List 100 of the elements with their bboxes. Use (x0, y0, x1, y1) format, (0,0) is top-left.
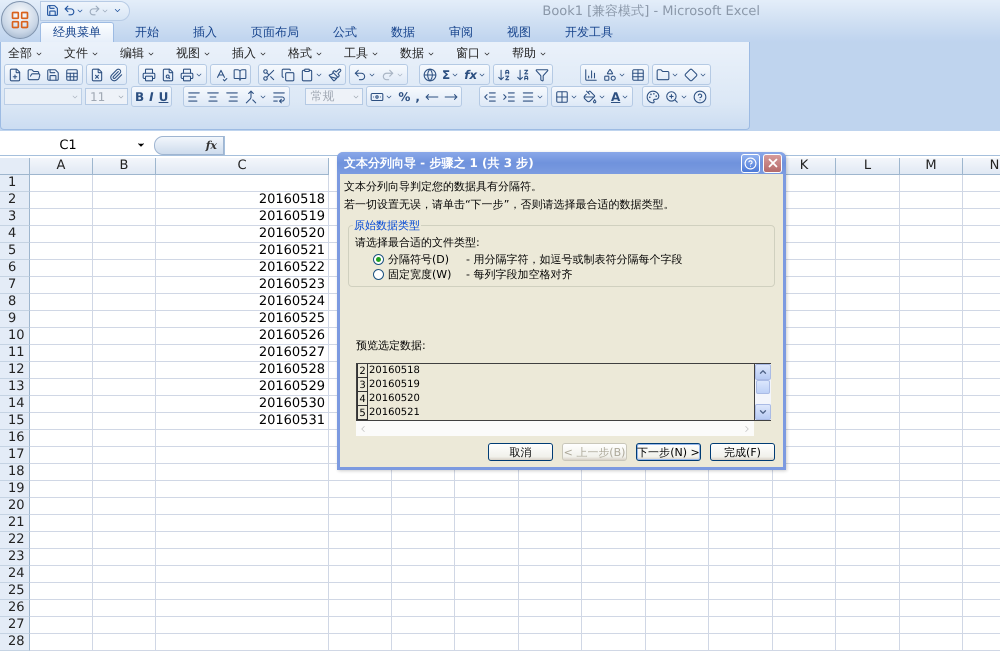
horizontal-scrollbar[interactable] (356, 421, 754, 436)
ribbon-tab[interactable]: 开始 (122, 22, 172, 42)
close-button[interactable] (763, 154, 782, 172)
folder-icon (27, 68, 41, 82)
attach-button[interactable] (107, 66, 125, 84)
menu-item[interactable]: 帮助 (508, 44, 558, 63)
row-header[interactable]: 7 (0, 276, 30, 294)
row-number: 3 (357, 378, 368, 392)
column-header[interactable]: M (900, 158, 963, 175)
radio-button[interactable] (373, 254, 384, 265)
help-button[interactable] (741, 154, 760, 172)
printer-icon (180, 68, 194, 82)
column-header[interactable]: L (836, 158, 900, 175)
save-button[interactable] (45, 2, 60, 19)
comma-button[interactable]: , (413, 88, 422, 106)
column-header[interactable]: N (963, 158, 1000, 175)
font-color-button[interactable]: A (608, 88, 632, 106)
percent-button[interactable]: % (396, 88, 412, 106)
row-header[interactable]: 4 (0, 226, 30, 243)
row-header[interactable]: 25 (0, 582, 30, 600)
menu-item[interactable]: 数据 (396, 44, 446, 63)
ribbon-tab[interactable]: 页面布局 (238, 22, 312, 42)
menu-item[interactable]: 格式 (284, 44, 334, 63)
table-cell (93, 582, 156, 600)
save-icon (46, 4, 59, 18)
ribbon-tab[interactable]: 视图 (494, 22, 544, 42)
dialog-button[interactable]: 完成(F) (710, 443, 775, 461)
ribbon-tab[interactable]: 数据 (378, 22, 428, 42)
column-header[interactable]: A (30, 158, 93, 175)
column-header[interactable]: C (156, 158, 329, 175)
row-header[interactable]: 17 (0, 446, 30, 464)
row-header[interactable]: 21 (0, 514, 30, 532)
ribbon-tab[interactable]: 公式 (320, 22, 370, 42)
copy-button[interactable] (279, 66, 297, 84)
menu-item[interactable]: 全部 (4, 44, 54, 63)
ribbon-tab[interactable]: 经典菜单 (40, 22, 114, 42)
table-cell (93, 208, 156, 226)
format-painter-button[interactable] (326, 66, 344, 84)
menu-item[interactable]: 编辑 (116, 44, 166, 63)
menu-item[interactable]: 工具 (340, 44, 390, 63)
option-label[interactable]: 分隔符号(D) (388, 252, 462, 267)
row-header[interactable]: 22 (0, 532, 30, 549)
menu-item[interactable]: 插入 (228, 44, 278, 63)
hyperlink-button[interactable] (421, 66, 439, 84)
diamond-icon (684, 68, 698, 82)
vertical-scrollbar[interactable] (754, 364, 771, 420)
ribbon-tab[interactable]: 开发工具 (552, 22, 626, 42)
table-cell (836, 310, 900, 328)
row-header[interactable]: 24 (0, 566, 30, 583)
table-cell (455, 498, 519, 515)
row-header[interactable]: 14 (0, 396, 30, 413)
italic-button[interactable]: I (147, 88, 156, 106)
row-header[interactable]: 2 (0, 192, 30, 209)
menu-item[interactable]: 文件 (60, 44, 110, 63)
insert-function-button[interactable]: fx (154, 136, 224, 155)
menu-item[interactable]: 窗口 (452, 44, 502, 63)
table-cell (93, 600, 156, 617)
table-cell (93, 532, 156, 549)
row-header[interactable]: 5 (0, 242, 30, 260)
row-header[interactable]: 26 (0, 600, 30, 617)
row-header[interactable]: 20 (0, 498, 30, 515)
dialog-button[interactable]: 取消 (488, 443, 553, 461)
row-header[interactable]: 23 (0, 548, 30, 566)
row-header[interactable]: 10 (0, 328, 30, 345)
underline-button[interactable]: U (156, 88, 170, 106)
row-header[interactable]: 19 (0, 480, 30, 498)
align-left-icon (187, 90, 202, 104)
name-box[interactable]: C1 (0, 136, 150, 155)
table-cell (30, 566, 93, 583)
help-button[interactable] (691, 88, 710, 106)
table-cell (93, 412, 156, 430)
row-header[interactable]: 1 (0, 174, 30, 192)
table-cell (709, 498, 773, 515)
row-header[interactable]: 13 (0, 378, 30, 396)
function-button[interactable]: fx (462, 66, 488, 84)
row-header[interactable]: 16 (0, 430, 30, 447)
option-label[interactable]: 固定宽度(W) (388, 267, 462, 282)
radio-button[interactable] (373, 269, 384, 280)
row-header[interactable]: 9 (0, 310, 30, 328)
print-button[interactable] (140, 66, 158, 84)
scroll-thumb[interactable] (756, 380, 770, 394)
ribbon-tab[interactable]: 审阅 (436, 22, 486, 42)
bold-button[interactable]: B (133, 88, 146, 106)
row-header[interactable]: 27 (0, 616, 30, 634)
row-header[interactable]: 6 (0, 260, 30, 277)
autosum-button[interactable]: Σ (440, 66, 462, 84)
table-cell (900, 464, 963, 481)
styles-button[interactable] (644, 88, 662, 106)
row-header[interactable]: 11 (0, 344, 30, 362)
row-header[interactable]: 28 (0, 634, 30, 651)
dialog-button[interactable]: 下一步(N) > (636, 443, 701, 461)
instruction-text: 文本分列向导判定您的数据具有分隔符。 (344, 179, 543, 195)
row-header[interactable]: 12 (0, 362, 30, 379)
ribbon-tab[interactable]: 插入 (180, 22, 230, 42)
row-header[interactable]: 8 (0, 294, 30, 311)
menu-item[interactable]: 视图 (172, 44, 222, 63)
row-header[interactable]: 18 (0, 464, 30, 481)
row-header[interactable]: 3 (0, 208, 30, 226)
row-header[interactable]: 15 (0, 412, 30, 430)
column-header[interactable]: B (93, 158, 156, 175)
